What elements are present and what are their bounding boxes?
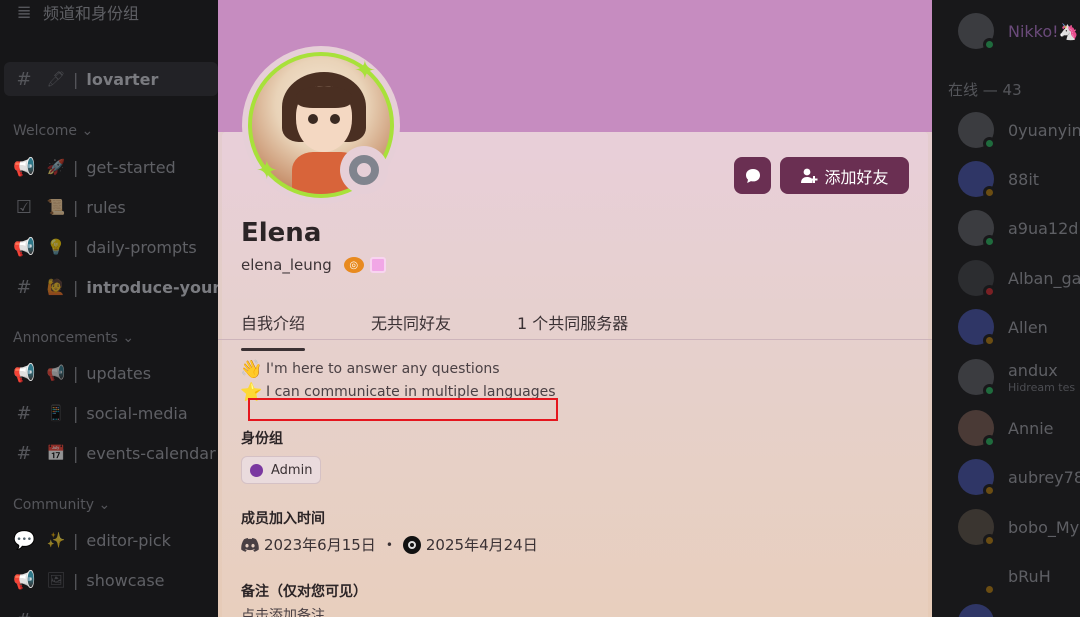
note-title: 备注（仅对您可见） bbox=[241, 584, 367, 600]
tab-about-me[interactable]: 自我介绍 bbox=[241, 310, 306, 351]
avatar bbox=[958, 13, 996, 51]
category-annoncements[interactable]: Annoncements ⌄ bbox=[13, 330, 134, 346]
channel-updates[interactable]: 📢 📢 | updates bbox=[0, 356, 151, 390]
offline-status-icon bbox=[349, 155, 379, 185]
role-color-dot bbox=[250, 463, 263, 477]
username-row: elena_leung ◎ bbox=[241, 256, 386, 274]
channel-get-started[interactable]: 📢 🚀 | get-started bbox=[0, 150, 176, 184]
avatar bbox=[958, 112, 996, 150]
bio-line: 👋 I'm here to answer any questions bbox=[240, 359, 500, 380]
megaphone-icon: 📢 bbox=[13, 156, 36, 178]
member-item[interactable]: andux Hidream tes bbox=[958, 357, 1080, 397]
avatar bbox=[958, 359, 996, 397]
hash-icon: # bbox=[16, 68, 32, 90]
chat-bubble-icon bbox=[745, 168, 760, 183]
category-welcome[interactable]: Welcome ⌄ bbox=[13, 123, 93, 139]
avatar bbox=[958, 459, 996, 497]
channel-events-calendar[interactable]: # 📅 | events-calendar bbox=[0, 436, 215, 470]
list-search-icon: ≣ bbox=[16, 1, 32, 23]
roles-title: 身份组 bbox=[241, 431, 283, 447]
channel-showcase[interactable]: 📢 🖼 | showcase bbox=[0, 563, 165, 597]
member-item[interactable]: aubrey78 bbox=[958, 457, 1080, 497]
avatar bbox=[958, 210, 996, 248]
channel-emoji: 🖊 bbox=[46, 70, 66, 88]
megaphone-icon: 📢 bbox=[13, 569, 36, 591]
tabs-divider bbox=[218, 339, 932, 340]
avatar bbox=[958, 260, 996, 298]
avatar bbox=[958, 509, 996, 547]
megaphone-icon: 📢 bbox=[13, 362, 36, 384]
channel-name: lovarter bbox=[86, 69, 159, 89]
server-icon bbox=[402, 535, 421, 554]
channel-editor-pick[interactable]: 💬 ✨ | editor-pick bbox=[0, 523, 171, 557]
category-community[interactable]: Community ⌄ bbox=[13, 497, 110, 513]
member-nikko[interactable]: Nikko!🦄 bbox=[958, 11, 1080, 51]
member-item[interactable]: Annie bbox=[958, 408, 1080, 448]
megaphone-icon: 📢 bbox=[13, 236, 36, 258]
nitro-badge-icon[interactable] bbox=[369, 257, 386, 273]
discord-join-date: 2023年6月15日 bbox=[264, 536, 376, 554]
forum-icon: 💬 bbox=[13, 529, 36, 551]
channel-rules[interactable]: ☑ 📜 | rules bbox=[0, 190, 126, 224]
tab-mutual-friends[interactable]: 无共同好友 bbox=[371, 310, 451, 340]
discord-logo-icon bbox=[241, 537, 259, 552]
hypesquad-badge-icon[interactable]: ◎ bbox=[343, 257, 364, 273]
profile-avatar[interactable]: ✦ ✦ bbox=[242, 46, 400, 204]
channel-partial[interactable]: # bbox=[0, 603, 35, 617]
status-indicator bbox=[340, 146, 388, 194]
hash-icon: # bbox=[16, 276, 32, 298]
member-item[interactable]: Allen bbox=[958, 307, 1080, 347]
member-item[interactable]: bobo_My bbox=[958, 507, 1080, 547]
waving-hand-icon: 👋 bbox=[240, 359, 263, 380]
highlight-box bbox=[248, 398, 558, 421]
avatar bbox=[958, 558, 996, 596]
display-name: Elena bbox=[241, 218, 322, 248]
server-join-date: 2025年4月24日 bbox=[425, 536, 538, 554]
member-list: Nikko!🦄 在线 — 43 0yuanyin 88it a9ua12d Al… bbox=[932, 0, 1080, 617]
checklist-icon: ☑ bbox=[15, 196, 33, 218]
hash-icon: # bbox=[16, 442, 32, 464]
avatar bbox=[958, 410, 996, 448]
member-item[interactable]: bRuH bbox=[958, 556, 1080, 596]
message-button[interactable] bbox=[734, 157, 771, 194]
channels-and-roles-item[interactable]: ≣ 频道和身份组 bbox=[0, 0, 139, 29]
avatar bbox=[958, 604, 994, 617]
member-since-dates: 2023年6月15日 • 2025年4月24日 bbox=[241, 534, 538, 555]
avatar bbox=[958, 161, 996, 199]
channel-introduce-yourself[interactable]: # 🙋 | introduce-yours bbox=[0, 270, 229, 304]
tab-mutual-servers[interactable]: 1 个共同服务器 bbox=[517, 310, 628, 340]
add-friend-button[interactable]: 添加好友 bbox=[780, 157, 909, 194]
channel-lovarter[interactable]: # 🖊 | lovarter bbox=[4, 62, 218, 96]
member-item[interactable]: Alban_ga bbox=[958, 258, 1080, 298]
member-item[interactable]: 0yuanyin bbox=[958, 110, 1080, 150]
member-item[interactable]: 88it bbox=[958, 159, 1080, 199]
profile-tabs: 自我介绍 无共同好友 1 个共同服务器 bbox=[241, 310, 694, 351]
channel-sidebar: ≣ 频道和身份组 # 🖊 | lovarter Welcome ⌄ 📢 🚀 | get… bbox=[0, 0, 230, 617]
sparkle-icon: ✦ bbox=[256, 156, 278, 186]
user-profile-modal: ✦ ✦ 添加好友 Elena elena_leung ◎ 自我介绍 无共同好友 … bbox=[218, 0, 932, 617]
channel-daily-prompts[interactable]: 📢 💡 | daily-prompts bbox=[0, 230, 197, 264]
add-user-icon bbox=[801, 168, 818, 183]
note-input[interactable]: 点击添加备注 bbox=[241, 605, 325, 617]
add-friend-label: 添加好友 bbox=[824, 167, 889, 187]
member-since-title: 成员加入时间 bbox=[241, 511, 325, 527]
member-item[interactable]: a9ua12d bbox=[958, 208, 1080, 248]
role-chip-admin[interactable]: Admin bbox=[241, 456, 322, 484]
channel-social-media[interactable]: # 📱 | social-media bbox=[0, 396, 187, 430]
username: elena_leung bbox=[241, 256, 332, 274]
avatar bbox=[958, 309, 996, 347]
hash-icon: # bbox=[16, 402, 32, 424]
online-header: 在线 — 43 bbox=[948, 81, 1022, 99]
member-item[interactable] bbox=[958, 602, 1080, 617]
hash-icon: # bbox=[13, 610, 35, 617]
sparkle-icon: ✦ bbox=[354, 56, 376, 86]
channels-and-roles-label: 频道和身份组 bbox=[43, 4, 140, 23]
